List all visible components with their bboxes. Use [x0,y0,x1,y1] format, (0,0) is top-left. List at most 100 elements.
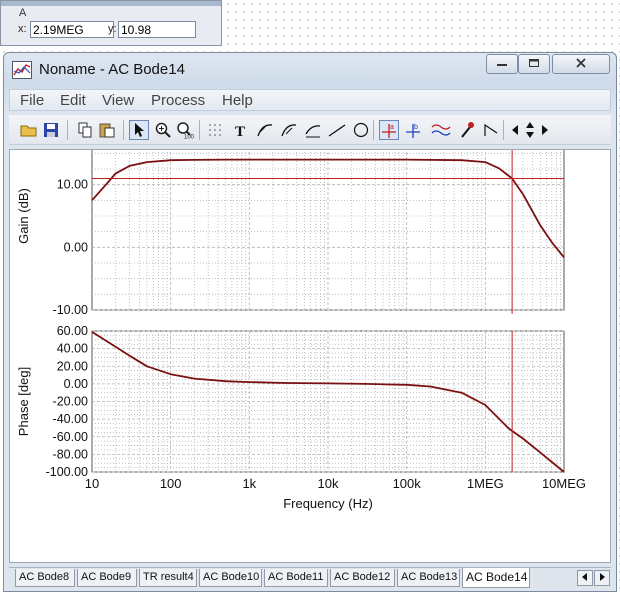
probe-button[interactable] [457,120,477,140]
y-tick-label: 10.00 [57,178,88,192]
menu-file[interactable]: File [20,92,44,109]
zoom-100-button[interactable]: 100 [175,120,195,140]
tab-tr-result4[interactable]: TR result4 [139,569,197,587]
close-button[interactable] [552,54,610,74]
slope-tool-button[interactable] [481,120,501,140]
x-axis-label: Frequency (Hz) [283,496,373,511]
tab-ac-bode12[interactable]: AC Bode12 [330,569,395,587]
tab-scroll-right-button[interactable] [594,570,610,586]
copy-icon [78,122,92,138]
y-axis-label: Phase [deg] [16,367,31,436]
zoom-in-button[interactable] [153,120,173,140]
cursor-caption: A [19,7,27,19]
scroll-left-button[interactable] [509,120,521,140]
x-tick-label: 10MEG [542,476,586,491]
pointer-button[interactable] [129,120,149,140]
cursor-a-icon: a [382,124,396,138]
arrow-left-icon [512,125,518,135]
scroll-right-button[interactable] [539,120,551,140]
open-button[interactable] [19,120,39,140]
scroll-updown-button[interactable] [523,120,537,140]
curve-tool-3-icon [305,125,321,138]
text-tool-button[interactable]: T [231,120,251,140]
wave-tool-icon [431,124,451,136]
curve-tool-1-button[interactable] [255,120,275,140]
cursor-b-button[interactable]: b [403,120,423,140]
toolbar-separator [123,120,124,140]
y-tick-label: -40.00 [53,412,88,426]
y-value-field[interactable] [118,21,196,38]
tab-ac-bode13[interactable]: AC Bode13 [397,569,460,587]
window-title: Noname - AC Bode14 [39,61,185,78]
curve-tool-1-icon [257,124,273,137]
x-value-field[interactable] [30,21,114,38]
cursor-b-icon: b [406,124,420,138]
bode-window: Noname - AC Bode14 File Edit View Proces… [3,52,617,592]
cursor-a-button[interactable]: a [379,120,399,140]
x-tick-label: 100k [393,476,422,491]
y-tick-label: -80.00 [53,447,88,461]
x-tick-label: 10k [318,476,339,491]
tab-scroll-left-button[interactable] [577,570,593,586]
y-tick-label: -10.00 [53,303,88,317]
document-tab-bar: AC Bode8 AC Bode9 TR result4 AC Bode10 A… [9,567,611,589]
toolbar-separator [199,120,200,140]
zoom-100-icon: 100 [177,122,194,139]
x-tick-label: 10 [85,476,99,491]
toolbar: 100 T a b [9,115,611,145]
curve-tool-2-button[interactable] [279,120,299,140]
y-tick-label: -20.00 [53,395,88,409]
y-tick-label: 40.00 [57,342,88,356]
menu-view[interactable]: View [102,92,134,109]
tab-ac-bode11[interactable]: AC Bode11 [264,569,328,587]
y-axis-label: Gain (dB) [16,188,31,244]
menu-bar: File Edit View Process Help [9,89,611,111]
close-icon [574,57,588,72]
y-tick-label: 0.00 [64,377,88,391]
restore-button[interactable] [518,54,550,74]
paste-button[interactable] [97,120,117,140]
paste-icon [99,123,115,138]
arrow-right-icon [599,572,605,584]
y-tick-label: -100.00 [46,465,88,479]
tab-ac-bode9[interactable]: AC Bode9 [77,569,137,587]
copy-button[interactable] [75,120,95,140]
title-bar[interactable]: Noname - AC Bode14 [4,53,616,85]
toolbar-separator [503,120,504,140]
x-tick-label: 1k [242,476,256,491]
zoom-in-icon [155,122,171,138]
menu-edit[interactable]: Edit [60,92,86,109]
y-label: y: [108,23,117,35]
tab-ac-bode10[interactable]: AC Bode10 [199,569,262,587]
phase-plot: 60.00 40.00 20.00 0.00 -20.00 -40.00 -60.00 -80… [16,324,586,511]
toolbar-separator [67,120,68,140]
minimize-button[interactable] [486,54,518,74]
menu-process[interactable]: Process [151,92,205,109]
save-button[interactable] [41,120,61,140]
x-tick-label: 100 [160,476,182,491]
menu-help[interactable]: Help [222,92,253,109]
restore-icon [527,57,541,72]
pointer-icon [135,123,144,137]
arrow-updown-icon [526,122,534,138]
panel-title-strip [1,1,221,6]
save-icon [44,123,58,137]
tab-ac-bode8[interactable]: AC Bode8 [15,569,75,587]
bode-plots[interactable]: 20.00 10.00 0.00 -10.00 Gain (dB) 60.00 40.00 2… [10,150,610,562]
circle-tool-icon [353,122,369,138]
plot-area[interactable]: 20.00 10.00 0.00 -10.00 Gain (dB) 60.00 40.00 2… [9,149,611,563]
line-tool-button[interactable] [327,120,347,140]
tab-ac-bode14[interactable]: AC Bode14 [462,568,530,588]
grid-icon [209,124,221,136]
grid-button[interactable] [205,120,225,140]
slope-tool-icon [484,123,498,136]
wave-tool-button[interactable] [431,120,451,140]
gain-plot: 20.0010.000.00-10.00Gain (dB) [16,150,565,317]
circle-tool-button[interactable] [351,120,371,140]
x-tick-label: 1MEG [467,476,504,491]
arrow-left-icon [582,572,588,584]
y-tick-label: 20.00 [57,359,88,373]
arrow-right-icon [542,125,548,135]
curve-tool-2-icon [281,124,297,137]
curve-tool-3-button[interactable] [303,120,323,140]
